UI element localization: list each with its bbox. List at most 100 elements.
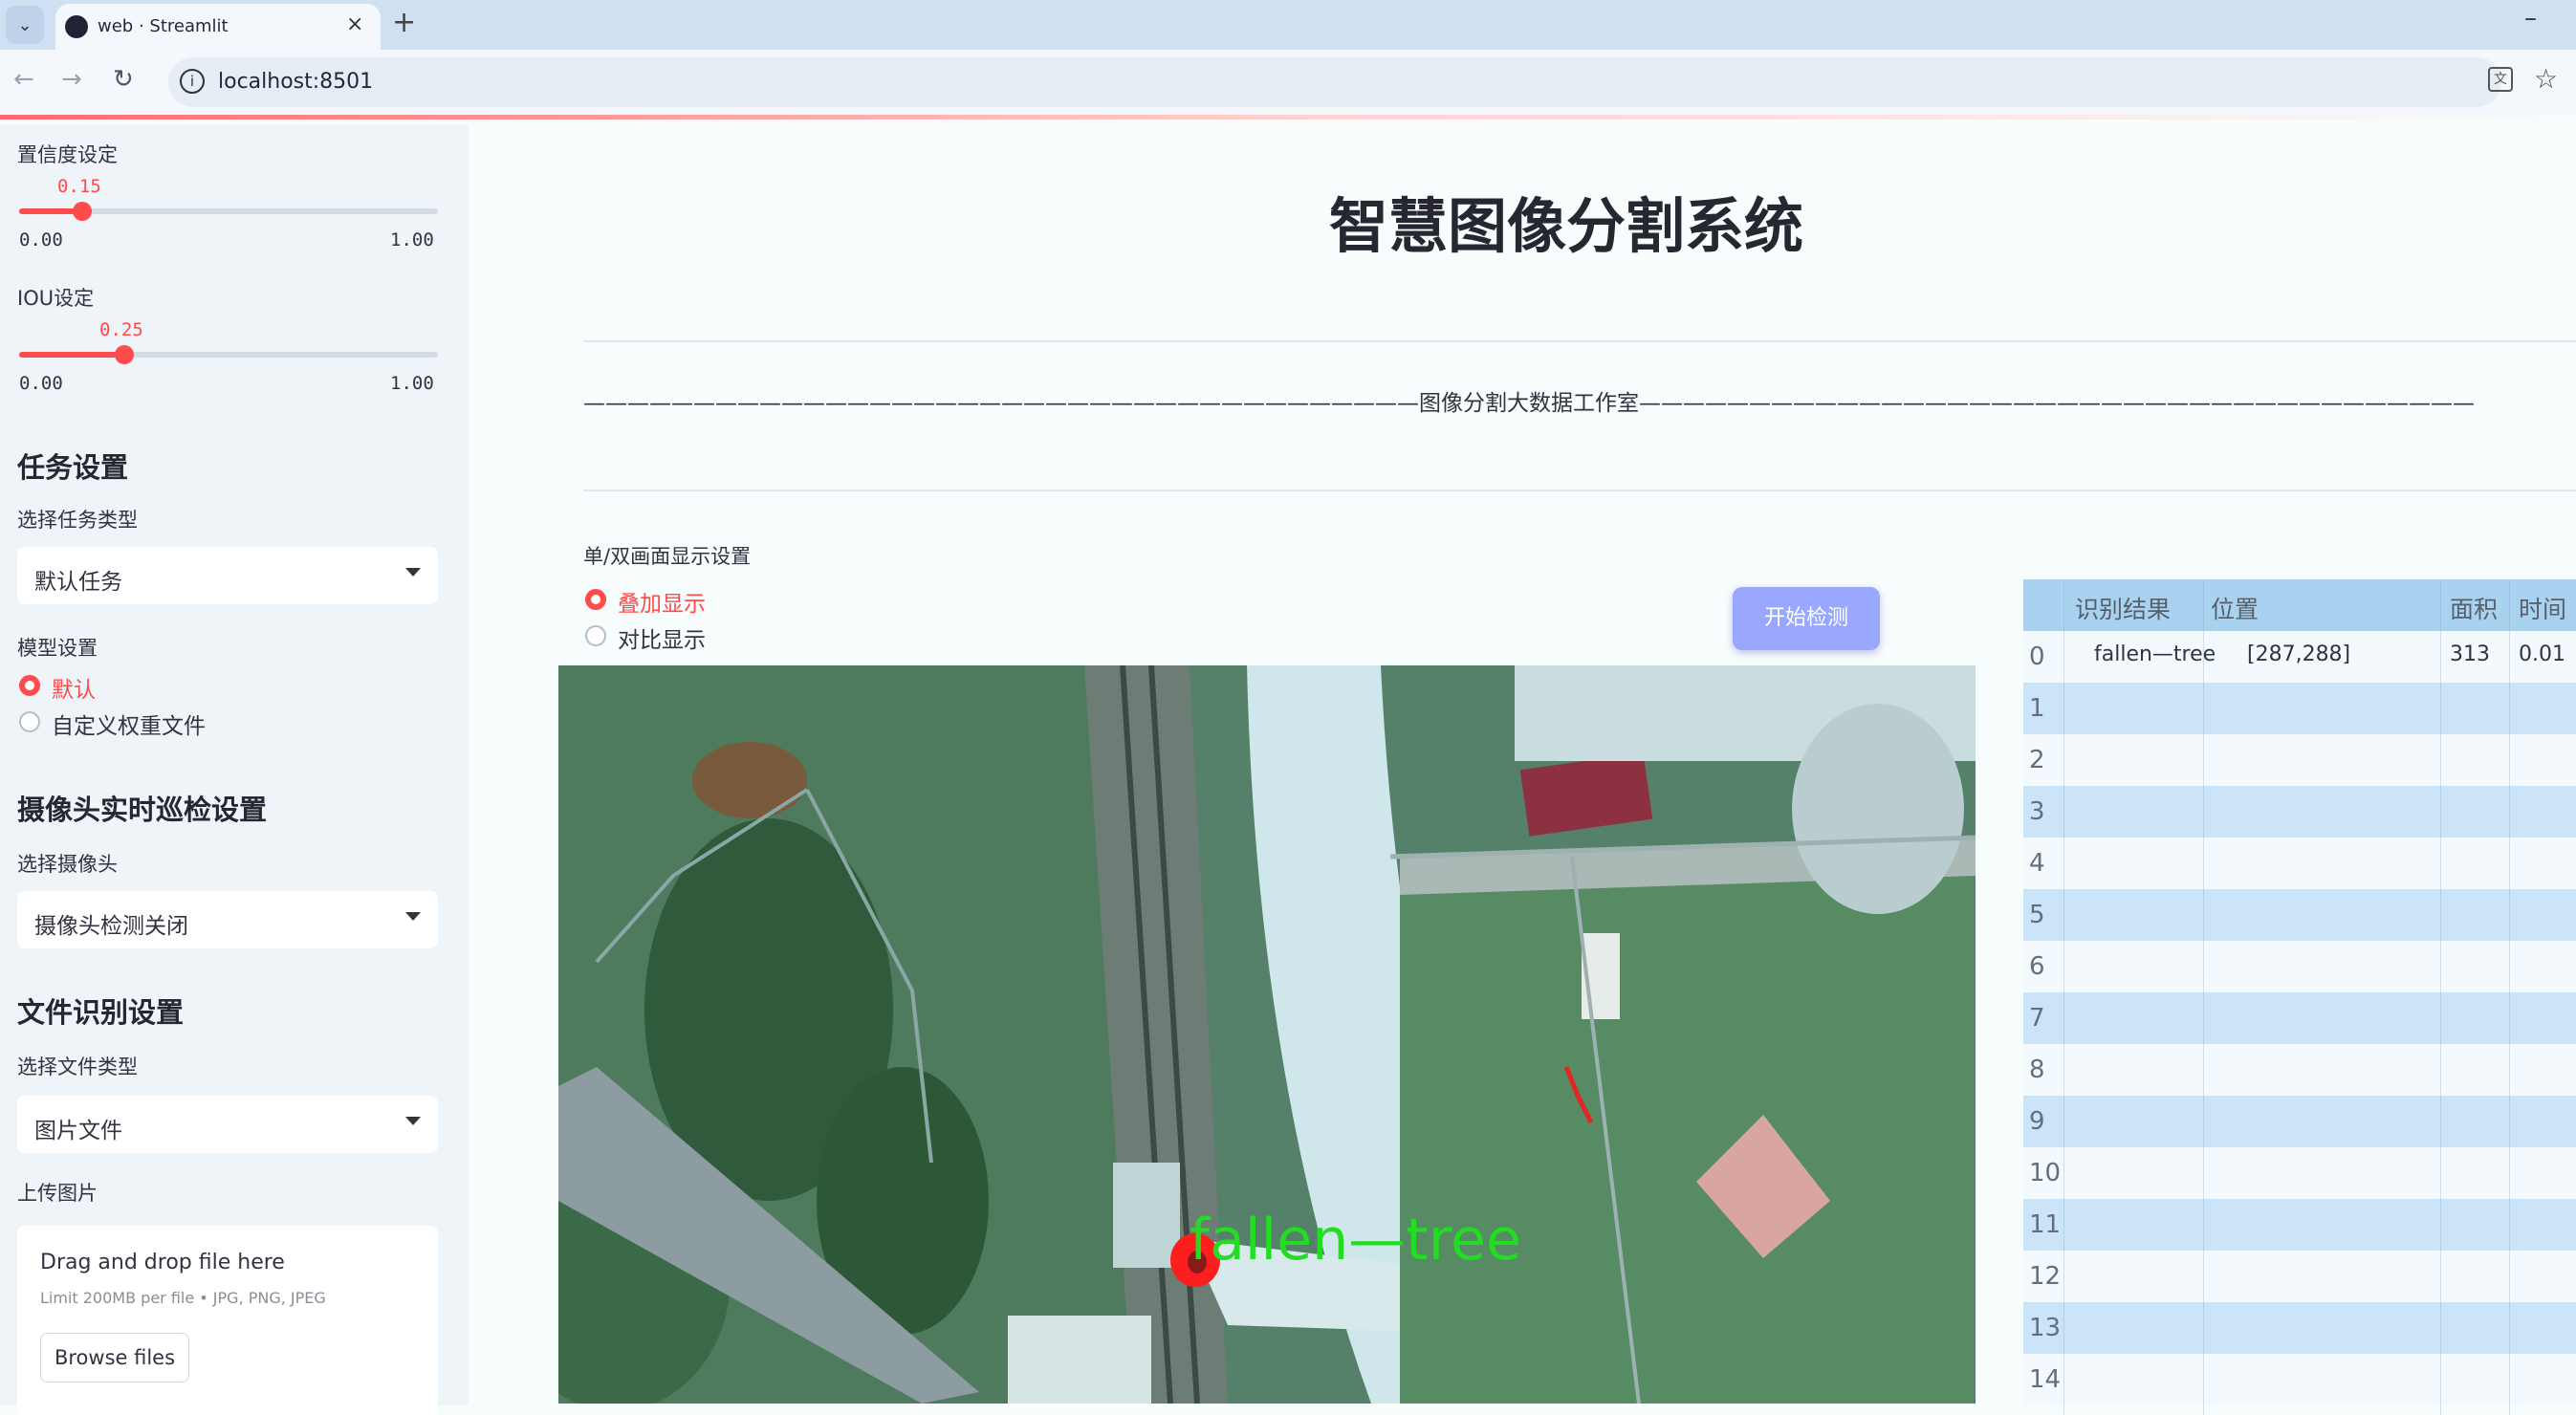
column-divider bbox=[2440, 579, 2441, 1415]
row-index: 11 bbox=[2029, 1210, 2062, 1239]
model-option-default-label: 默认 bbox=[52, 678, 96, 703]
table-row[interactable]: 3 bbox=[2023, 786, 2576, 838]
table-row[interactable]: 13 bbox=[2023, 1302, 2576, 1354]
divider bbox=[583, 490, 2576, 491]
studio-banner: ——————————————————————————————————————图像… bbox=[583, 391, 2475, 416]
row-index: 5 bbox=[2029, 901, 2045, 929]
table-row[interactable]: 2 bbox=[2023, 734, 2576, 786]
table-row[interactable]: 9 bbox=[2023, 1096, 2576, 1147]
cell-result: fallen—tree bbox=[2094, 642, 2216, 666]
task-type-select[interactable]: 默认任务 bbox=[17, 547, 438, 604]
camera-select-label: 选择摄像头 bbox=[17, 853, 118, 876]
iou-label: IOU设定 bbox=[17, 287, 95, 310]
row-index: 6 bbox=[2029, 952, 2045, 981]
confidence-slider[interactable] bbox=[19, 202, 438, 221]
dropdown-caret-icon bbox=[405, 568, 421, 577]
display-mode-label: 单/双画面显示设置 bbox=[583, 545, 752, 568]
browser-tab[interactable]: web · Streamlit × bbox=[55, 4, 381, 50]
column-header-result[interactable]: 识别结果 bbox=[2075, 591, 2171, 625]
iou-min: 0.00 bbox=[19, 373, 63, 394]
results-table[interactable]: 识别结果 位置 面积 时间 0 fallen—tree [287,288] 313 0.… bbox=[2023, 579, 2576, 1415]
column-divider bbox=[2063, 579, 2064, 1415]
tab-title: web · Streamlit bbox=[98, 16, 229, 36]
row-index: 2 bbox=[2029, 746, 2045, 774]
row-index: 12 bbox=[2029, 1262, 2062, 1291]
detection-label-text: fallen—tree bbox=[1190, 1207, 1521, 1274]
cell-area: 313 bbox=[2450, 642, 2490, 666]
dropzone-limit-text: Limit 200MB per file • JPG, PNG, JPEG bbox=[40, 1289, 326, 1307]
row-index: 4 bbox=[2029, 849, 2045, 878]
iou-slider[interactable] bbox=[19, 345, 438, 364]
model-settings-label: 模型设置 bbox=[17, 637, 98, 660]
reload-icon[interactable]: ↻ bbox=[113, 65, 134, 94]
bookmark-star-icon[interactable]: ☆ bbox=[2534, 63, 2558, 95]
table-row[interactable]: 4 bbox=[2023, 838, 2576, 889]
column-header-position[interactable]: 位置 bbox=[2211, 591, 2259, 625]
camera-select-value: 摄像头检测关闭 bbox=[34, 914, 188, 939]
browse-files-button[interactable]: Browse files bbox=[40, 1333, 189, 1382]
address-bar[interactable]: i localhost:8501 bbox=[168, 57, 2501, 107]
confidence-max: 1.00 bbox=[390, 229, 434, 250]
radio-selected-icon bbox=[19, 675, 40, 696]
app-viewport: 置信度设定 0.15 0.00 1.00 IOU设定 0.25 0.00 1.0… bbox=[0, 115, 2576, 1415]
row-index: 1 bbox=[2029, 694, 2045, 723]
column-divider bbox=[2509, 579, 2510, 1415]
camera-select[interactable]: 摄像头检测关闭 bbox=[17, 891, 438, 948]
model-option-custom-label: 自定义权重文件 bbox=[52, 714, 206, 739]
streamlit-top-decoration bbox=[0, 115, 2576, 120]
table-row[interactable]: 14 bbox=[2023, 1354, 2576, 1405]
iou-slider-thumb[interactable] bbox=[114, 345, 134, 364]
detection-image: fallen—tree bbox=[558, 665, 1976, 1404]
row-index: 10 bbox=[2029, 1159, 2062, 1187]
new-tab-icon[interactable]: + bbox=[392, 6, 416, 39]
table-row[interactable]: 10 bbox=[2023, 1147, 2576, 1199]
divider bbox=[583, 340, 2576, 342]
iou-slider-fill bbox=[19, 352, 124, 358]
row-index: 8 bbox=[2029, 1056, 2045, 1084]
chevron-down-icon: ⌄ bbox=[17, 14, 33, 35]
site-info-icon[interactable]: i bbox=[180, 69, 205, 94]
tab-search-button[interactable]: ⌄ bbox=[6, 6, 44, 44]
table-row[interactable]: 7 bbox=[2023, 992, 2576, 1044]
dropdown-caret-icon bbox=[405, 1117, 421, 1125]
radio-unselected-icon bbox=[585, 625, 606, 646]
row-index: 14 bbox=[2029, 1365, 2062, 1394]
start-detection-button[interactable]: 开始检测 bbox=[1733, 587, 1880, 650]
column-header-area[interactable]: 面积 bbox=[2450, 591, 2498, 625]
table-row[interactable]: 12 bbox=[2023, 1251, 2576, 1302]
table-row[interactable]: 8 bbox=[2023, 1044, 2576, 1096]
column-header-time[interactable]: 时间 bbox=[2519, 591, 2566, 625]
confidence-slider-thumb[interactable] bbox=[72, 202, 92, 221]
row-index: 7 bbox=[2029, 1004, 2045, 1033]
row-index: 9 bbox=[2029, 1107, 2045, 1136]
table-row[interactable]: 5 bbox=[2023, 889, 2576, 941]
confidence-value: 0.15 bbox=[57, 176, 101, 197]
streamlit-favicon-icon bbox=[65, 15, 88, 38]
sidebar: 置信度设定 0.15 0.00 1.00 IOU设定 0.25 0.00 1.0… bbox=[0, 124, 469, 1415]
file-settings-header: 文件识别设置 bbox=[17, 996, 185, 1029]
translate-icon[interactable]: 文 bbox=[2488, 67, 2513, 92]
back-arrow-icon[interactable]: ← bbox=[13, 65, 34, 94]
table-row[interactable]: 0 fallen—tree [287,288] 313 0.01 bbox=[2023, 631, 2576, 683]
cell-time: 0.01 bbox=[2519, 642, 2565, 666]
close-tab-icon[interactable]: × bbox=[346, 12, 363, 36]
file-type-select[interactable]: 图片文件 bbox=[17, 1096, 438, 1153]
radio-selected-icon bbox=[585, 589, 606, 610]
forward-arrow-icon[interactable]: → bbox=[61, 65, 82, 94]
row-index: 3 bbox=[2029, 797, 2045, 826]
file-dropzone[interactable]: Drag and drop file here Limit 200MB per … bbox=[17, 1226, 438, 1415]
camera-settings-header: 摄像头实时巡检设置 bbox=[17, 794, 268, 826]
browser-tab-bar: ⌄ web · Streamlit × + – bbox=[0, 0, 2576, 50]
table-row[interactable]: 1 bbox=[2023, 683, 2576, 734]
confidence-min: 0.00 bbox=[19, 229, 63, 250]
task-settings-header: 任务设置 bbox=[17, 451, 129, 484]
row-index: 13 bbox=[2029, 1314, 2062, 1342]
table-row[interactable]: 11 bbox=[2023, 1199, 2576, 1251]
display-option-overlay-label: 叠加显示 bbox=[618, 592, 706, 617]
upload-label: 上传图片 bbox=[17, 1182, 98, 1205]
table-row[interactable]: 6 bbox=[2023, 941, 2576, 992]
page-title: 智慧图像分割系统 bbox=[1329, 191, 1804, 261]
url-text[interactable]: localhost:8501 bbox=[218, 70, 373, 94]
minimize-window-icon[interactable]: – bbox=[2524, 4, 2537, 33]
aerial-photo bbox=[558, 665, 1976, 1404]
